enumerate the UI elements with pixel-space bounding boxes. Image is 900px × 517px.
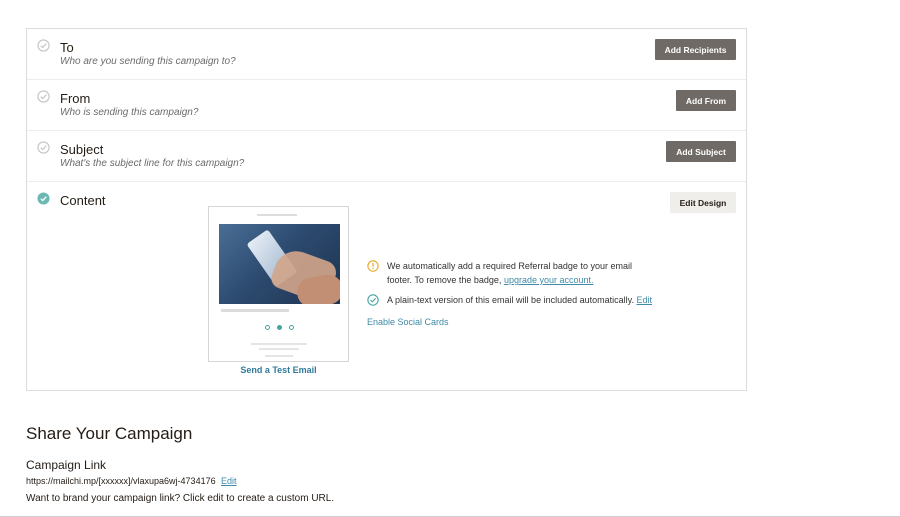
social-dot-icon <box>265 325 270 330</box>
checklist-row-subject: Subject What's the subject line for this… <box>27 131 746 182</box>
plaintext-notice-text: A plain-text version of this email will … <box>387 295 634 305</box>
preview-footer-text <box>251 343 307 345</box>
checklist-row-from: From Who is sending this campaign? Add F… <box>27 80 746 131</box>
row-subtitle-subject: What's the subject line for this campaig… <box>60 158 245 169</box>
row-title-from: From <box>60 91 91 106</box>
warning-circle-icon <box>367 260 379 272</box>
badge-notice-line2: footer. To remove the badge, upgrade you… <box>387 273 632 287</box>
edit-design-button[interactable]: Edit Design <box>670 192 736 213</box>
share-campaign-heading: Share Your Campaign <box>26 424 193 443</box>
add-from-button[interactable]: Add From <box>676 90 736 111</box>
campaign-checklist-card: To Who are you sending this campaign to?… <box>26 28 747 391</box>
plaintext-notice: A plain-text version of this email will … <box>387 293 652 307</box>
check-circle-outline-icon <box>37 90 50 103</box>
preview-header-text <box>257 214 297 216</box>
check-circle-outline-icon <box>37 141 50 154</box>
upgrade-account-link[interactable]: upgrade your account. <box>504 275 594 285</box>
preview-footer-text <box>259 348 299 350</box>
badge-notice-line1: We automatically add a required Referral… <box>387 261 632 271</box>
checklist-row-content: Content Edit Design Send a Test Email We… <box>27 182 746 390</box>
checklist-row-to: To Who are you sending this campaign to?… <box>27 29 746 80</box>
campaign-link-edit-link[interactable]: Edit <box>221 476 237 486</box>
social-dot-icon <box>289 325 294 330</box>
campaign-link-heading: Campaign Link <box>26 458 107 472</box>
referral-badge-notice: We automatically add a required Referral… <box>387 259 632 287</box>
plaintext-edit-link[interactable]: Edit <box>636 295 652 305</box>
preview-hero-image <box>219 224 340 304</box>
row-title-to: To <box>60 40 74 55</box>
row-subtitle-from: Who is sending this campaign? <box>60 107 199 118</box>
send-test-email-link[interactable]: Send a Test Email <box>208 365 349 375</box>
row-subtitle-to: Who are you sending this campaign to? <box>60 56 236 67</box>
campaign-url: https://mailchi.mp/[xxxxxx]/vlaxupa6wj-4… <box>26 476 216 486</box>
check-circle-filled-icon <box>37 192 50 205</box>
social-dot-icon <box>277 325 282 330</box>
check-circle-outline-icon <box>367 294 379 306</box>
add-subject-button[interactable]: Add Subject <box>666 141 736 162</box>
row-title-content: Content <box>60 193 106 208</box>
check-circle-outline-icon <box>37 39 50 52</box>
add-recipients-button[interactable]: Add Recipients <box>655 39 736 60</box>
campaign-link-note: Want to brand your campaign link? Click … <box>26 493 335 504</box>
row-title-subject: Subject <box>60 142 104 157</box>
badge-notice-text: footer. To remove the badge, <box>387 275 502 285</box>
preview-footer-text <box>265 355 293 357</box>
preview-body-text <box>221 309 289 312</box>
email-design-preview[interactable] <box>208 206 349 362</box>
enable-social-cards-link[interactable]: Enable Social Cards <box>367 315 449 329</box>
